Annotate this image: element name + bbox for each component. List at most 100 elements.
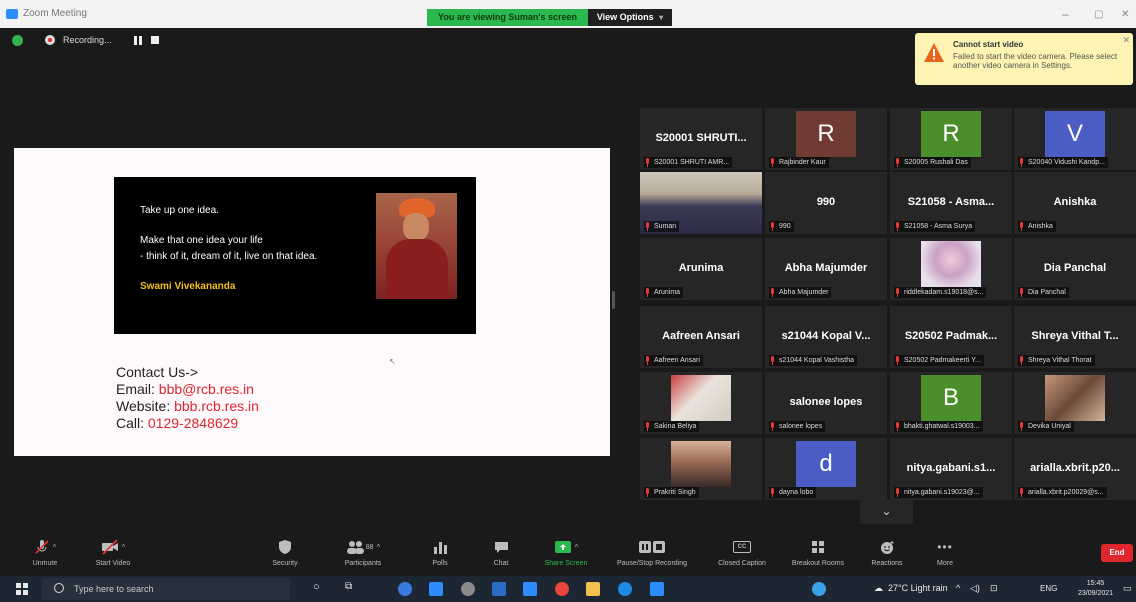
participant-name-tag: Rajbinder Kaur (769, 157, 829, 168)
split-drag-handle[interactable] (612, 291, 615, 309)
unmute-button[interactable]: ^ Unmute (28, 539, 62, 567)
participant-name-tag: riddlekadam.s19018@s... (894, 287, 987, 298)
stop-recording-button[interactable] (150, 36, 159, 44)
participant-tile[interactable]: Anishka Anishka (1014, 172, 1136, 234)
volume-icon[interactable]: ◁) (970, 583, 980, 594)
meeting-app-icon[interactable] (812, 582, 826, 596)
chevron-up-icon[interactable]: ^ (53, 543, 57, 552)
participant-tile[interactable]: riddlekadam.s19018@s... (890, 238, 1012, 300)
participant-tile[interactable]: Arunima Arunima (640, 238, 762, 300)
participant-tile[interactable]: 990 990 (765, 172, 887, 234)
participants-button[interactable]: 88 ^ Participants (335, 539, 391, 567)
participant-display-name: 990 (816, 196, 836, 208)
participant-tile[interactable]: Sakina Beliya (640, 372, 762, 434)
more-button[interactable]: ••• More (930, 539, 960, 567)
participant-name-tag: arialla.xbrit.p20029@s... (1018, 487, 1107, 498)
search-icon (54, 583, 64, 593)
edge-icon[interactable] (618, 582, 632, 596)
recording-bar: Recording... (12, 32, 159, 48)
mic-muted-icon (894, 356, 901, 365)
call-label: Call: (116, 415, 148, 431)
participant-tile[interactable]: d dayna lobo (765, 438, 887, 500)
quote-author: Swami Vivekananda (140, 281, 236, 292)
view-options-button[interactable]: View Options ▾ (588, 9, 672, 26)
start-video-button[interactable]: ^ Start Video (88, 539, 138, 567)
zoom-window-icon[interactable] (650, 582, 664, 596)
phone-number: 0129-2848629 (147, 415, 239, 431)
pause-recording-button[interactable] (133, 35, 143, 45)
participant-tile[interactable]: Aafreen Ansari Aafreen Ansari (640, 306, 762, 368)
notifications-icon[interactable]: ▭ (1123, 583, 1132, 594)
zoom-app-icon[interactable] (523, 582, 537, 596)
maximize-button[interactable]: ▢ (1094, 9, 1103, 20)
participant-name-tag: Devika Uniyal (1018, 421, 1074, 432)
participant-photo (1045, 375, 1105, 421)
participant-tile[interactable]: s21044 Kopal V... s21044 Kopal Vashistha (765, 306, 887, 368)
participant-tile[interactable]: Suman (640, 172, 762, 234)
chat-button[interactable]: Chat (486, 539, 516, 567)
reactions-button[interactable]: Reactions (866, 539, 908, 567)
mic-muted-icon (644, 356, 651, 365)
polls-button[interactable]: Polls (425, 539, 455, 567)
participant-tile[interactable]: S21058 - Asma... S21058 - Asma Surya (890, 172, 1012, 234)
word-icon[interactable] (492, 582, 506, 596)
window-title: Zoom Meeting (23, 8, 87, 19)
tray-chevron-icon[interactable]: ^ (956, 583, 960, 593)
network-icon[interactable]: ⊡ (990, 583, 998, 594)
mic-muted-icon (769, 356, 776, 365)
participant-tile[interactable]: Devika Uniyal (1014, 372, 1136, 434)
app-icon[interactable] (461, 582, 475, 596)
clock-date: 23/09/2021 (1078, 590, 1114, 597)
participant-tile[interactable]: S20001 SHRUTI... S20001 SHRUTI AMR... (640, 108, 762, 170)
task-view-icon[interactable]: ⧉ (345, 581, 352, 592)
pause-stop-recording-button[interactable]: Pause/Stop Recording (607, 539, 697, 567)
chrome-icon[interactable] (398, 582, 412, 596)
participant-tile[interactable]: Shreya Vithal T... Shreya Vithal Thorat (1014, 306, 1136, 368)
windows-start-button[interactable] (16, 583, 28, 595)
gallery-scroll-button[interactable]: ⌄ (860, 500, 913, 524)
chevron-up-icon[interactable]: ^ (122, 543, 126, 552)
share-screen-icon (554, 541, 571, 553)
taskbar-search[interactable]: Type here to search (42, 578, 290, 600)
record-label: Pause/Stop Recording (616, 560, 688, 567)
notification-body: Failed to start the video camera. Please… (953, 52, 1118, 70)
chevron-down-icon: ▾ (659, 13, 664, 22)
participant-tile[interactable]: S20502 Padmak... S20502 Padmakeerti Y... (890, 306, 1012, 368)
reactions-icon (880, 540, 893, 554)
app-title: Zoom Meeting (6, 8, 87, 19)
chevron-up-icon[interactable]: ^ (377, 543, 381, 552)
close-window-button[interactable]: ✕ (1121, 9, 1129, 20)
cortana-icon[interactable]: ○ (313, 581, 320, 593)
chevron-up-icon[interactable]: ^ (575, 543, 579, 552)
chat-label: Chat (493, 560, 509, 567)
participant-name: arialla.xbrit.p20029@s... (1028, 489, 1104, 496)
file-explorer-icon[interactable] (586, 582, 600, 596)
participant-count: 88 (365, 543, 374, 551)
closed-caption-button[interactable]: CC Closed Caption (710, 539, 774, 567)
pause-stop-icon (639, 541, 665, 553)
participant-display-name: s21044 Kopal V... (781, 330, 871, 342)
participant-tile[interactable]: R S20005 Rushali Das (890, 108, 1012, 170)
participant-tile[interactable]: arialla.xbrit.p20... arialla.xbrit.p20029… (1014, 438, 1136, 500)
taskbar-clock[interactable]: 15:45 23/09/2021 (1078, 579, 1113, 599)
breakout-rooms-button[interactable]: Breakout Rooms (784, 539, 852, 567)
participants-label: Participants (344, 560, 382, 567)
participant-tile[interactable]: V S20040 Vidushi Kandp... (1014, 108, 1136, 170)
mic-muted-icon (894, 158, 901, 167)
browser-icon[interactable] (555, 582, 569, 596)
participant-tile[interactable]: R Rajbinder Kaur (765, 108, 887, 170)
zoom-taskbar-icon[interactable] (429, 582, 443, 596)
security-button[interactable]: Security (265, 539, 305, 567)
participant-tile[interactable]: salonee lopes salonee lopes (765, 372, 887, 434)
notification-close-button[interactable]: ✕ (1122, 35, 1130, 46)
participant-tile[interactable]: Prakriti Singh (640, 438, 762, 500)
participant-tile[interactable]: Dia Panchal Dia Panchal (1014, 238, 1136, 300)
weather-text[interactable]: 27°C Light rain (888, 583, 948, 593)
participant-tile[interactable]: Abha Majumder Abha Majumder (765, 238, 887, 300)
participant-tile[interactable]: Bbhakti.ghatwal.s19003... (890, 372, 1012, 434)
participant-tile[interactable]: nitya.gabani.s1... nitya.gabani.s19023@..… (890, 438, 1012, 500)
end-meeting-button[interactable]: End (1101, 544, 1133, 562)
language-indicator[interactable]: ENG (1040, 584, 1057, 593)
share-screen-button[interactable]: ^ Share Screen (537, 539, 595, 567)
minimize-button[interactable]: – (1062, 7, 1069, 21)
